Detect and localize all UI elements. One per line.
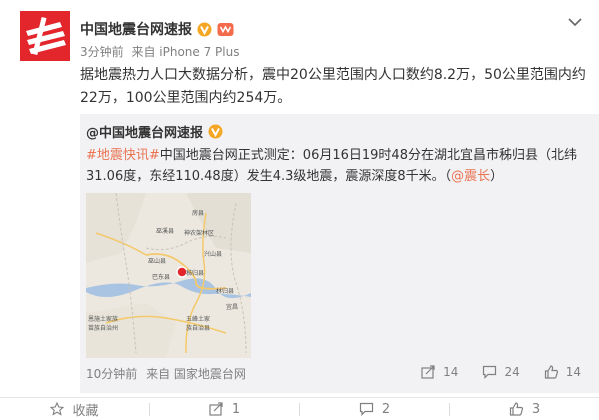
repost-body: 中国地震台网正式测定：06月16日19时48分在湖北宜昌市秭归县（北纬31.06… (86, 148, 577, 184)
repost-share-button[interactable]: 14 (421, 365, 458, 379)
vip-member-icon[interactable] (217, 22, 234, 37)
post-time[interactable]: 3分钟前 (80, 45, 124, 59)
comment-icon (483, 365, 497, 379)
repost-author-row: @中国地震台网速报 (86, 122, 223, 141)
star-icon (50, 402, 65, 416)
map-label: 巴东县 (152, 273, 170, 281)
post-header: 中国地震台网速报 (80, 19, 234, 39)
hashtag-link[interactable]: #地震快讯# (86, 148, 160, 163)
repost-count: 1 (231, 401, 241, 417)
verified-badge-icon[interactable] (197, 21, 212, 37)
repost-meta: 10分钟前 来自 国家地震台网 (86, 365, 246, 382)
map-label: 房县 (192, 209, 204, 217)
repost-share-count: 14 (443, 365, 459, 379)
like-count: 3 (531, 401, 541, 417)
share-icon (421, 365, 435, 379)
earthquake-map-image: 房县 神农架林区 兴山县 巫山县 巴东县 秭归县 林归县 恩施土家族 苗族自治州… (86, 193, 251, 358)
author-avatar[interactable] (20, 11, 70, 61)
repost-actions: 14 24 14 (397, 365, 581, 379)
map-label: 兴山县 (204, 250, 222, 258)
repost-text: #地震快讯#中国地震台网正式测定：06月16日19时48分在湖北宜昌市秭归县（北… (86, 145, 586, 187)
thumbs-up-icon (509, 402, 523, 416)
repost-author-name[interactable]: @中国地震台网速报 (86, 122, 203, 141)
post-action-bar: 收藏 1 2 3 (0, 397, 599, 420)
repost-comment-count: 24 (504, 365, 520, 379)
author-name[interactable]: 中国地震台网速报 (80, 19, 192, 39)
favorite-label: 收藏 (72, 403, 99, 419)
repost-comment-button[interactable]: 24 (482, 365, 520, 379)
share-icon (209, 402, 223, 416)
repost-source: 来自 国家地震台网 (146, 367, 246, 381)
comment-icon (359, 402, 373, 416)
repost-time[interactable]: 10分钟前 (86, 367, 137, 381)
post-meta: 3分钟前 来自 iPhone 7 Plus (80, 43, 239, 60)
map-label: 巫山县 (148, 257, 166, 265)
repost-like-count: 14 (565, 365, 581, 379)
post-source: 来自 iPhone 7 Plus (131, 45, 240, 59)
earthquake-network-logo-icon (20, 11, 70, 61)
like-button[interactable]: 3 (450, 398, 599, 420)
repost-like-button[interactable]: 14 (544, 365, 581, 379)
mention-link[interactable]: @震长 (451, 169, 490, 184)
comment-count: 2 (381, 401, 391, 417)
map-label: 神农架林区 (184, 229, 214, 237)
map-label: 秭归县 (186, 269, 204, 277)
comment-button[interactable]: 2 (300, 398, 449, 420)
chevron-down-icon[interactable] (567, 16, 583, 28)
repost-body-end: ） (490, 169, 504, 184)
map-label: 五峰土家 (186, 315, 210, 323)
map-thumbnail[interactable]: 房县 神农架林区 兴山县 巫山县 巴东县 秭归县 林归县 恩施土家族 苗族自治州… (86, 193, 251, 358)
favorite-button[interactable]: 收藏 (0, 398, 149, 420)
repost-button[interactable]: 1 (150, 398, 299, 420)
map-label: 巫溪县 (156, 227, 174, 235)
repost-card: @中国地震台网速报 #地震快讯#中国地震台网正式测定：06月16日19时48分在… (80, 114, 599, 393)
post-text: 据地震热力人口大数据分析，震中20公里范围内人口数约8.2万，50公里范围内约2… (80, 67, 586, 106)
map-label: 林归县 (216, 287, 234, 295)
thumbs-up-icon (544, 365, 558, 379)
map-label: 族自治县 (186, 324, 210, 332)
verified-badge-icon[interactable] (208, 124, 223, 139)
map-label: 宜昌 (226, 303, 238, 311)
map-label: 苗族自治州 (88, 324, 118, 332)
map-label: 恩施土家族 (88, 315, 118, 323)
